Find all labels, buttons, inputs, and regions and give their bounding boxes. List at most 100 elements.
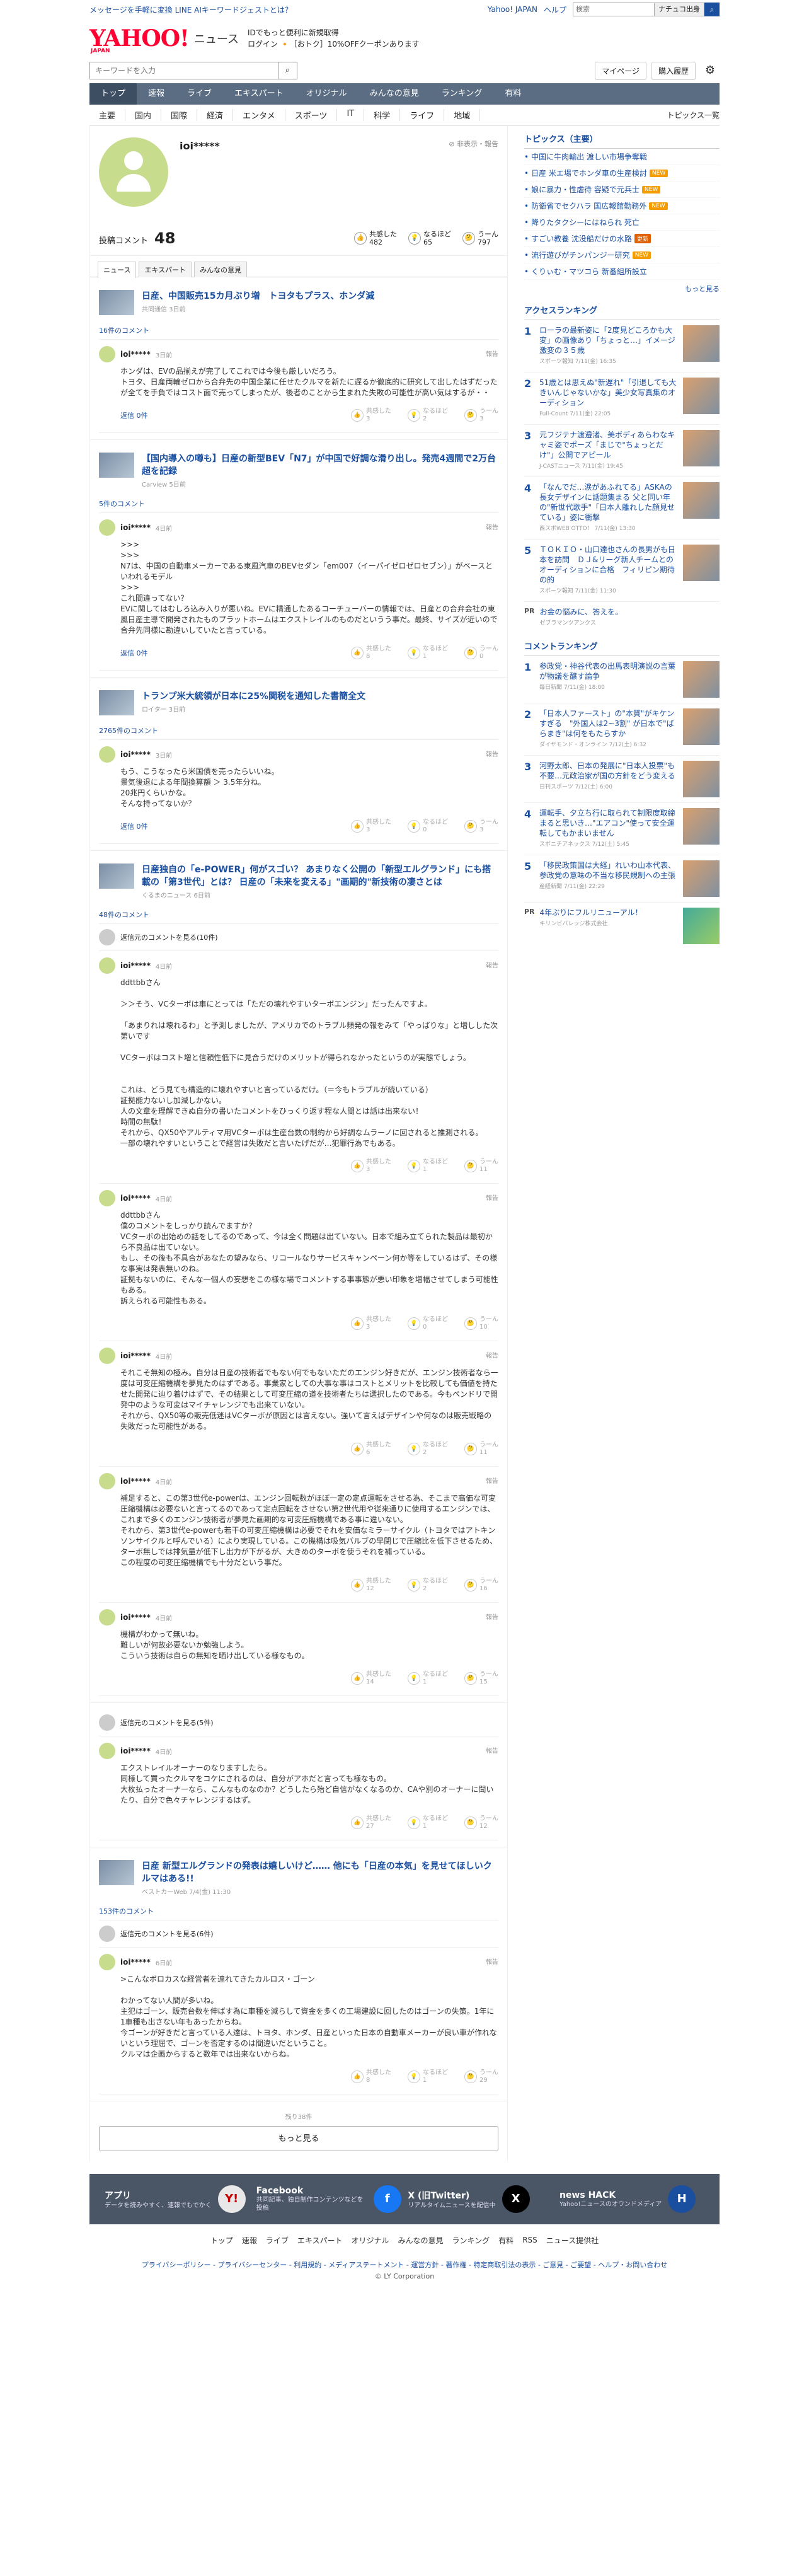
- topic-item[interactable]: 流行遊びがチンパンジー研究NEW: [524, 247, 720, 263]
- ranking-item[interactable]: 2 51歳とは思えぬ"新遅れ"「引退しても大きいんじゃないかな」美少女写真集のオー…: [524, 373, 720, 425]
- footer-link[interactable]: トップ: [210, 2235, 233, 2246]
- category-link[interactable]: スポーツ: [285, 109, 338, 121]
- hmm-button[interactable]: 🤔 うーん 15: [464, 1671, 498, 1686]
- ranking-item[interactable]: 4 運転手、夕立ち行に取られて制限度取締まると思いき…"エアコン"使って安全運転し…: [524, 803, 720, 855]
- comment-count-link[interactable]: 5件のコメント: [99, 495, 498, 513]
- report-link[interactable]: 報告: [486, 1745, 498, 1755]
- report-link[interactable]: 報告: [486, 960, 498, 969]
- nav-tab[interactable]: みんなの意見: [359, 83, 430, 105]
- legal-links[interactable]: プライバシーポリシー - プライバシーセンター - 利用規約 - メディアステー…: [89, 2260, 720, 2270]
- report-link[interactable]: 報告: [486, 1612, 498, 1621]
- article-title[interactable]: 日産、中国販売15カ月ぶり増 トヨタもプラス、ホンダ減: [142, 290, 374, 303]
- hmm-button[interactable]: 🤔 うーん 10: [464, 1316, 498, 1331]
- hmm-button[interactable]: 🤔 うーん 16: [464, 1578, 498, 1593]
- nav-tab[interactable]: ランキング: [430, 83, 494, 105]
- empathy-button[interactable]: 👍 共感した 8: [351, 2069, 391, 2084]
- topics-list-link[interactable]: トピックス一覧: [667, 110, 720, 120]
- article-card[interactable]: 日産 新型エルグランドの発表は嬉しいけど…… 他にも「日産の本気」を見せてほしい…: [99, 1854, 498, 1902]
- hide-report-link[interactable]: ⊘ 非表示・報告: [449, 139, 498, 149]
- topic-item[interactable]: 日産 米エ場でホンダ車の生産検討NEW: [524, 165, 720, 182]
- footer-link[interactable]: ライブ: [266, 2235, 289, 2246]
- comment-author[interactable]: ioi*****: [120, 350, 151, 359]
- nav-tab[interactable]: エキスパート: [223, 83, 295, 105]
- promo-link[interactable]: メッセージを手軽に変換 LINE AIキーワードジェストとは？: [89, 4, 292, 15]
- ranking-item[interactable]: 3 元フジテナ渡邉渚、美ボディあらわなキャミ姿でポーズ「まじで"ちょっとだけ"」公…: [524, 425, 720, 477]
- report-link[interactable]: 報告: [486, 749, 498, 758]
- login-promo[interactable]: IDでもっと便利に新規取得 ログイン 🔸［おトク］10%OFFクーポンあります: [248, 27, 420, 50]
- comment-count-link[interactable]: 16件のコメント: [99, 321, 498, 340]
- footer-link[interactable]: エキスパート: [297, 2235, 343, 2246]
- avatar[interactable]: [99, 519, 115, 536]
- footer-link[interactable]: ランキング: [452, 2235, 490, 2246]
- comment-count-link[interactable]: 2765件のコメント: [99, 722, 498, 740]
- insight-button[interactable]: 💡 なるほど 1: [408, 1671, 448, 1686]
- tab-1[interactable]: エキスパート: [139, 262, 192, 277]
- yahoo-logo[interactable]: YAHOO! JAPAN: [89, 27, 190, 54]
- empathy-button[interactable]: 👍 共感した 3: [351, 408, 391, 423]
- topic-item[interactable]: すごい教養 沈没船だけの水路更新: [524, 231, 720, 247]
- news-logo-text[interactable]: ニュース: [194, 30, 239, 47]
- comment-count-link[interactable]: 48件のコメント: [99, 906, 498, 924]
- nav-tab[interactable]: ライブ: [176, 83, 223, 105]
- category-link[interactable]: 地域: [444, 109, 481, 121]
- avatar[interactable]: [99, 1609, 115, 1626]
- footer-app-link[interactable]: X (旧Twitter) リアルタイムニュースを配信中 X: [408, 2183, 553, 2215]
- category-link[interactable]: 経済: [197, 109, 234, 121]
- mypage-button[interactable]: マイページ: [595, 61, 646, 80]
- footer-app-link[interactable]: news HACK Yahoo!ニュースのオウンドメディア H: [559, 2183, 704, 2215]
- reply-link[interactable]: 返信 0件: [120, 821, 148, 831]
- avatar[interactable]: [99, 1473, 115, 1489]
- empathy-button[interactable]: 👍 共感した 8: [351, 645, 391, 661]
- insight-button[interactable]: 💡 なるほど 0: [408, 819, 448, 834]
- avatar[interactable]: [99, 746, 115, 763]
- empathy-button[interactable]: 👍 共感した 12: [351, 1578, 391, 1593]
- nav-tab[interactable]: トップ: [89, 83, 137, 105]
- parent-comment-toggle[interactable]: 返信元のコメントを見る(10件): [99, 924, 498, 951]
- ranking-item[interactable]: 2 「日本人ファースト」の"本質"がキケンすぎる "外国人は2~3割" が日本で"…: [524, 703, 720, 756]
- article-title[interactable]: 【国内導入の噂も】日産の新型BEV「N7」が中国で好調な滑り出し。発売4週間で2…: [142, 453, 498, 478]
- ranking-item[interactable]: 3 河野太郎、日本の発展に"日本人投票"も不要…元政治家が国の方針をどう変える 日刊…: [524, 756, 720, 803]
- report-link[interactable]: 報告: [486, 522, 498, 531]
- hmm-button[interactable]: 🤔 うーん 3: [464, 819, 498, 834]
- report-link[interactable]: 報告: [486, 349, 498, 358]
- top-search-input[interactable]: [573, 3, 655, 16]
- empathy-button[interactable]: 👍 共感した 3: [351, 1316, 391, 1331]
- avatar[interactable]: [99, 1190, 115, 1206]
- empathy-button[interactable]: 👍 共感した 3: [351, 1158, 391, 1174]
- category-link[interactable]: 国際: [161, 109, 198, 121]
- insight-button[interactable]: 💡 なるほど 1: [408, 1158, 448, 1174]
- search-icon[interactable]: ⌕: [704, 3, 720, 16]
- hmm-button[interactable]: 🤔 うーん 0: [464, 645, 498, 661]
- avatar[interactable]: [99, 1348, 115, 1364]
- comment-count-link[interactable]: 153件のコメント: [99, 1902, 498, 1920]
- nav-tab[interactable]: オリジナル: [295, 83, 359, 105]
- hmm-button[interactable]: 🤔 うーん 3: [464, 408, 498, 423]
- ranking-item[interactable]: 1 参政党・神谷代表の出馬表明演説の言葉が物議を醸す論争 毎日新聞 7/11(金) …: [524, 656, 720, 703]
- reply-link[interactable]: 返信 0件: [120, 648, 148, 658]
- footer-app-link[interactable]: Facebook 共同記事、独自制作コンテンツなどを投稿 f: [256, 2183, 401, 2215]
- empathy-button[interactable]: 👍 共感した 14: [351, 1671, 391, 1686]
- comment-author[interactable]: ioi*****: [120, 523, 151, 532]
- article-title[interactable]: トランプ米大統領が日本に25%関税を通知した書簡全文: [142, 690, 365, 703]
- hmm-button[interactable]: 🤔 うーん 29: [464, 2069, 498, 2084]
- category-link[interactable]: エンタメ: [233, 109, 285, 121]
- footer-link[interactable]: ニュース提供社: [546, 2235, 599, 2246]
- empathy-button[interactable]: 👍 共感した 6: [351, 1441, 391, 1457]
- ranking-item[interactable]: 5 ＴＯＫＩＯ・山口達也さんの長男がも日本を訪問 ＤＪ&リーグ新人チームとのオーデ…: [524, 540, 720, 602]
- comment-pr[interactable]: PR 4年ぶりにフルリニューアル！ キリンビバレッジ株式会社: [524, 903, 720, 949]
- parent-comment-toggle[interactable]: 返信元のコメントを見る(6件): [99, 1920, 498, 1948]
- topic-item[interactable]: 娘に暴力・性虐待 容疑で元兵士NEW: [524, 182, 720, 198]
- empathy-button[interactable]: 👍 共感した 27: [351, 1815, 391, 1830]
- access-pr[interactable]: PR お金の悩みに、答えを。 ゼブラマンツアンクス: [524, 602, 720, 633]
- empathy-button[interactable]: 👍 共感した 3: [351, 819, 391, 834]
- insight-button[interactable]: 💡 なるほど 2: [408, 1441, 448, 1457]
- topic-item[interactable]: くりぃむ・マツコら 新番組所設立: [524, 263, 720, 280]
- article-card[interactable]: 日産独自の「e-POWER」何がスゴい？ あまりなく公開の「新型エルグランド」に…: [99, 857, 498, 906]
- help-link[interactable]: ヘルプ: [544, 4, 566, 15]
- report-link[interactable]: 報告: [486, 1193, 498, 1202]
- category-link[interactable]: 国内: [125, 109, 162, 121]
- topic-item[interactable]: 降りたタクシーにはねられ 死亡: [524, 214, 720, 231]
- insight-button[interactable]: 💡 なるほど 2: [408, 1578, 448, 1593]
- purchase-history-button[interactable]: 購入履歴: [651, 61, 696, 80]
- insight-button[interactable]: 💡 なるほど 1: [408, 1815, 448, 1830]
